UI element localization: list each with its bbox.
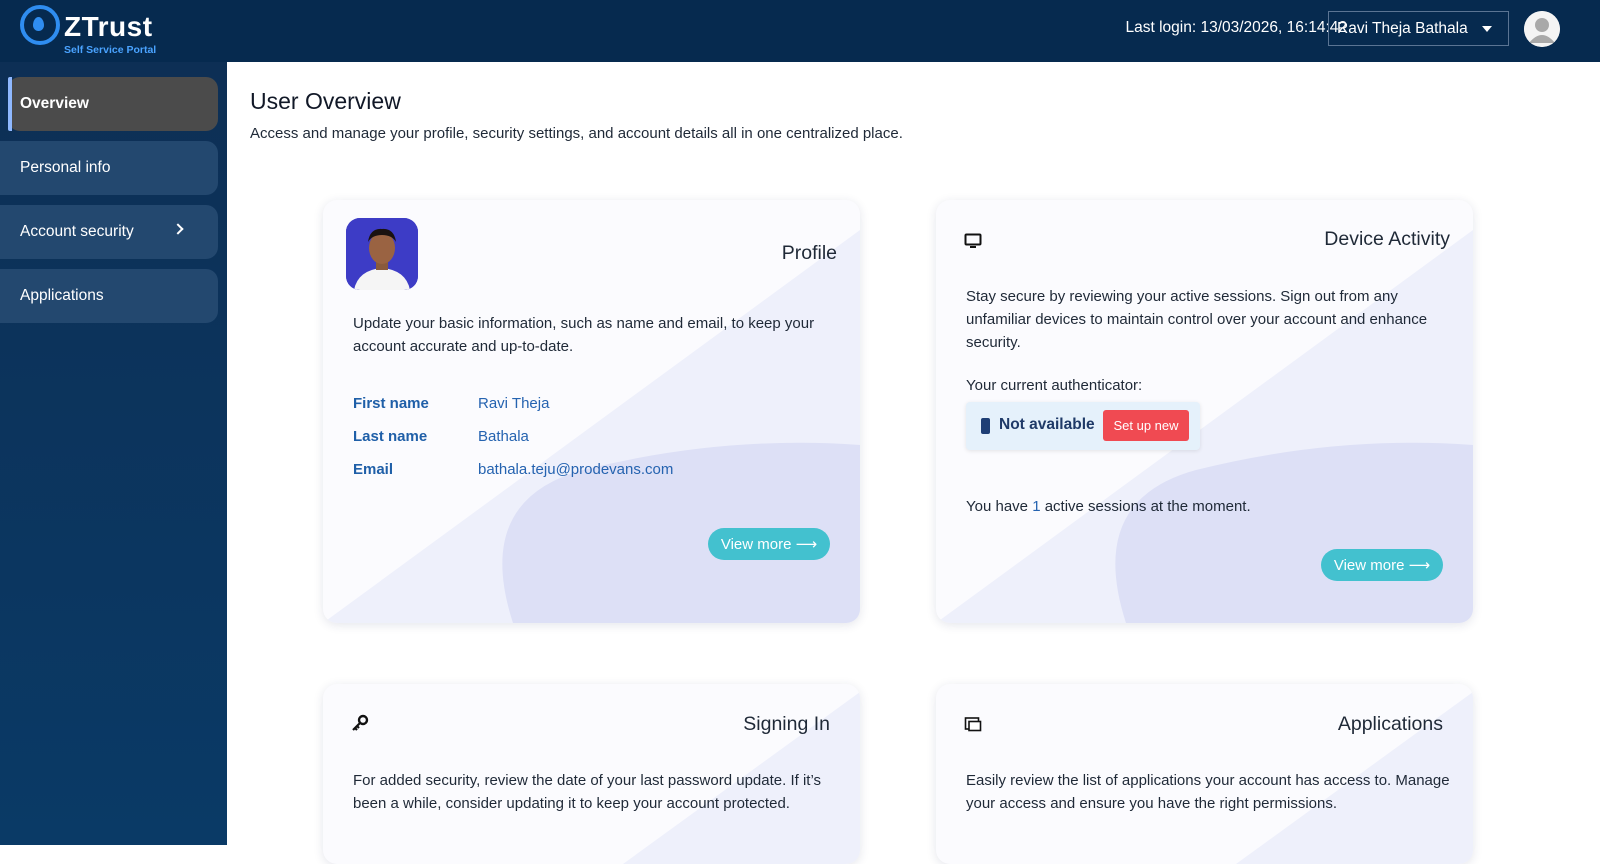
main-content: User Overview Access and manage your pro… <box>227 62 1600 864</box>
signing-in-card: Signing In For added security, review th… <box>323 684 860 864</box>
authenticator-status-box: Not available Set up new <box>966 402 1200 450</box>
authenticator-status: Not available <box>999 416 1095 433</box>
top-header: ZTrust Self Service Portal Last login: 1… <box>0 0 1600 62</box>
setup-authenticator-button[interactable]: Set up new <box>1103 410 1189 441</box>
sidebar-item-label: Applications <box>20 287 104 304</box>
last-login-text: Last login: 13/03/2026, 16:14:42 <box>1125 19 1348 36</box>
logo-subtitle: Self Service Portal <box>64 44 157 56</box>
device-card-description: Stay secure by reviewing your active ses… <box>966 288 1428 351</box>
device-card-title: Device Activity <box>1324 228 1450 250</box>
sidebar-item-applications[interactable]: Applications <box>0 269 218 323</box>
sessions-count: 1 <box>1032 498 1041 515</box>
sidebar-item-label: Personal info <box>20 159 111 176</box>
user-avatar-icon[interactable] <box>1524 11 1560 47</box>
ztrust-logo[interactable]: ZTrust Self Service Portal <box>20 3 170 57</box>
device-view-more-button[interactable]: View more ⟶ <box>1321 549 1443 581</box>
profile-card-title: Profile <box>781 242 837 264</box>
last-name-label: Last name <box>353 428 428 445</box>
authenticator-label: Your current authenticator: <box>966 377 1143 394</box>
page-subtitle: Access and manage your profile, security… <box>250 125 903 142</box>
signing-card-description: For added security, review the date of y… <box>353 772 822 812</box>
user-menu-dropdown[interactable]: Ravi Theja Bathala <box>1328 11 1509 46</box>
profile-photo <box>346 218 418 290</box>
profile-view-more-button[interactable]: View more ⟶ <box>708 528 830 560</box>
signing-card-title: Signing In <box>743 713 830 735</box>
first-name-label: First name <box>353 395 429 412</box>
sidebar-item-overview[interactable]: Overview <box>8 77 218 131</box>
chevron-down-icon <box>1482 26 1492 32</box>
window-icon <box>964 717 982 732</box>
email-value: bathala.teju@prodevans.com <box>478 461 674 478</box>
sidebar: Overview Personal info Account security … <box>0 62 227 845</box>
active-sessions-text: You have 1 active sessions at the moment… <box>966 495 1251 518</box>
email-label: Email <box>353 461 394 478</box>
profile-card: Profile Update your basic information, s… <box>323 200 860 623</box>
device-activity-card: Device Activity Stay secure by reviewing… <box>936 200 1473 623</box>
sessions-suffix: active sessions at the moment. <box>1040 498 1251 515</box>
first-name-value: Ravi Theja <box>478 395 550 412</box>
logo-text: ZTrust <box>64 11 153 42</box>
applications-card-title: Applications <box>1337 713 1443 735</box>
phone-icon <box>981 418 990 434</box>
sessions-prefix: You have <box>966 498 1033 515</box>
sidebar-item-label: Overview <box>20 95 89 112</box>
sidebar-item-account-security[interactable]: Account security <box>0 205 218 259</box>
user-name: Ravi Theja Bathala <box>1337 19 1468 37</box>
page-title: User Overview <box>250 88 401 114</box>
chevron-right-icon <box>172 223 184 235</box>
sidebar-item-personal-info[interactable]: Personal info <box>0 141 218 195</box>
key-icon <box>352 714 369 731</box>
location-pin-icon <box>33 17 44 31</box>
applications-card: Applications Easily review the list of a… <box>936 684 1473 864</box>
profile-card-description: Update your basic information, such as n… <box>353 315 815 355</box>
monitor-icon <box>964 233 982 248</box>
sidebar-item-label: Account security <box>20 223 134 240</box>
last-name-value: Bathala <box>478 428 529 445</box>
applications-card-description: Easily review the list of applications y… <box>966 772 1450 812</box>
